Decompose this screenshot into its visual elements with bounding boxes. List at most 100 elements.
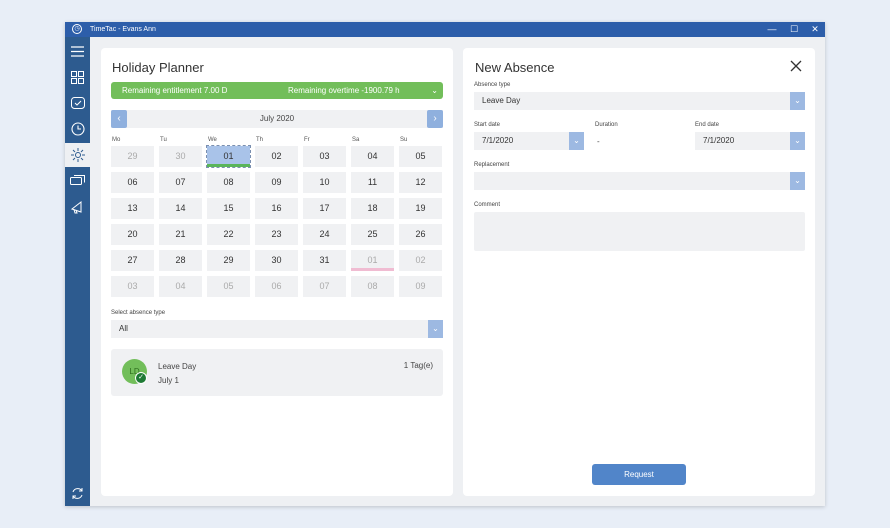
request-button[interactable]: Request bbox=[592, 464, 686, 485]
weekday-label: Sa bbox=[352, 137, 360, 143]
calendar-day[interactable]: 07 bbox=[159, 172, 202, 193]
next-month-button[interactable]: › bbox=[427, 110, 443, 128]
list-item[interactable]: LD ✓ Leave Day July 1 1 Tag(e) bbox=[111, 349, 443, 396]
calendar-day[interactable]: 02 bbox=[399, 250, 442, 271]
minimize-button[interactable]: — bbox=[761, 22, 783, 37]
calendar-day[interactable]: 27 bbox=[111, 250, 154, 271]
hamburger-menu-icon[interactable] bbox=[65, 39, 90, 63]
duration-label: Duration bbox=[595, 122, 618, 128]
calendar-day[interactable]: 10 bbox=[303, 172, 346, 193]
calendar-day[interactable]: 08 bbox=[351, 276, 394, 297]
calendar-day[interactable]: 04 bbox=[351, 146, 394, 167]
calendar-day[interactable]: 06 bbox=[255, 276, 298, 297]
close-icon[interactable] bbox=[789, 59, 803, 73]
previous-month-button[interactable]: ‹ bbox=[111, 110, 127, 128]
absence-type-select[interactable]: Leave Day ⌄ bbox=[474, 92, 805, 110]
month-navigator: ‹ July 2020 › bbox=[111, 110, 443, 128]
calendar-day-number: 01 bbox=[367, 255, 378, 265]
calendar-day-number: 13 bbox=[127, 203, 138, 213]
calendar-day[interactable]: 14 bbox=[159, 198, 202, 219]
calendar-day[interactable]: 06 bbox=[111, 172, 154, 193]
month-label: July 2020 bbox=[259, 114, 295, 123]
calendar-day-number: 11 bbox=[367, 177, 378, 187]
calendar-day[interactable]: 03 bbox=[303, 146, 346, 167]
calendar-day[interactable]: 04 bbox=[159, 276, 202, 297]
calendar-day-number: 24 bbox=[319, 229, 330, 239]
sidebar bbox=[65, 37, 90, 506]
chevron-down-icon[interactable]: ⌄ bbox=[431, 82, 438, 99]
timetac-logo-icon: ◷ bbox=[72, 24, 82, 34]
calendar-day-number: 07 bbox=[319, 281, 330, 291]
end-date-picker[interactable]: 7/1/2020 ⌄ bbox=[695, 132, 805, 150]
calendar-day-number: 10 bbox=[319, 177, 330, 187]
absence-date: July 1 bbox=[158, 376, 179, 385]
window-title: TimeTac - Evans Ann bbox=[90, 26, 156, 33]
chevron-down-icon[interactable]: ⌄ bbox=[790, 172, 805, 190]
calendar-day[interactable]: 13 bbox=[111, 198, 154, 219]
chevron-down-icon[interactable]: ⌄ bbox=[569, 132, 584, 150]
absence-type-filter-select[interactable]: All ⌄ bbox=[111, 320, 443, 338]
calendar-day[interactable]: 12 bbox=[399, 172, 442, 193]
absence-type-value: Leave Day bbox=[482, 96, 521, 105]
calendar-day[interactable]: 21 bbox=[159, 224, 202, 245]
calendar-day[interactable]: 01 bbox=[206, 145, 251, 168]
comment-textarea[interactable] bbox=[474, 212, 805, 251]
check-icon: ✓ bbox=[135, 372, 147, 384]
close-window-button[interactable]: ✕ bbox=[804, 22, 826, 37]
calendar-day[interactable]: 31 bbox=[303, 250, 346, 271]
comment-label: Comment bbox=[474, 202, 501, 208]
calendar-day[interactable]: 02 bbox=[255, 146, 298, 167]
calendar-day[interactable]: 11 bbox=[351, 172, 394, 193]
calendar-day[interactable]: 28 bbox=[159, 250, 202, 271]
chevron-down-icon[interactable]: ⌄ bbox=[790, 92, 805, 110]
calendar-day[interactable]: 29 bbox=[207, 250, 250, 271]
calendar-day-number: 05 bbox=[223, 281, 234, 291]
calendar-day-number: 02 bbox=[415, 255, 426, 265]
absence-marker bbox=[351, 268, 394, 271]
calendar-day[interactable]: 01 bbox=[351, 250, 394, 271]
calendar-day[interactable]: 05 bbox=[207, 276, 250, 297]
calendar-day[interactable]: 22 bbox=[207, 224, 250, 245]
calendar-day-number: 17 bbox=[319, 203, 330, 213]
calendar-day-number: 02 bbox=[271, 151, 282, 161]
calendar-day[interactable]: 30 bbox=[255, 250, 298, 271]
sun-icon[interactable] bbox=[65, 143, 90, 167]
page-title: Holiday Planner bbox=[112, 60, 204, 75]
tickets-icon[interactable] bbox=[65, 169, 90, 193]
calendar-day-number: 14 bbox=[175, 203, 186, 213]
megaphone-icon[interactable] bbox=[65, 195, 90, 219]
weekday-label: Su bbox=[400, 137, 408, 143]
calendar-day[interactable]: 24 bbox=[303, 224, 346, 245]
calendar-day[interactable]: 18 bbox=[351, 198, 394, 219]
calendar-day[interactable]: 19 bbox=[399, 198, 442, 219]
weekday-label: Tu bbox=[160, 137, 167, 143]
calendar-day[interactable]: 25 bbox=[351, 224, 394, 245]
timer-icon[interactable] bbox=[65, 91, 90, 115]
app-window: ◷ TimeTac - Evans Ann — ☐ ✕ Holiday Plan… bbox=[65, 22, 825, 506]
calendar-day[interactable]: 03 bbox=[111, 276, 154, 297]
calendar-day[interactable]: 09 bbox=[255, 172, 298, 193]
calendar-day[interactable]: 20 bbox=[111, 224, 154, 245]
weekday-header: Mo Tu We Th Fr Sa Su bbox=[111, 137, 451, 146]
calendar-day[interactable]: 07 bbox=[303, 276, 346, 297]
maximize-button[interactable]: ☐ bbox=[783, 22, 805, 37]
calendar-day[interactable]: 08 bbox=[207, 172, 250, 193]
start-date-picker[interactable]: 7/1/2020 ⌄ bbox=[474, 132, 584, 150]
calendar-day[interactable]: 17 bbox=[303, 198, 346, 219]
calendar-day[interactable]: 30 bbox=[159, 146, 202, 167]
clock-icon[interactable] bbox=[65, 117, 90, 141]
calendar-day-number: 03 bbox=[319, 151, 330, 161]
sync-icon[interactable] bbox=[65, 481, 90, 505]
chevron-down-icon[interactable]: ⌄ bbox=[790, 132, 805, 150]
replacement-select[interactable]: ⌄ bbox=[474, 172, 805, 190]
calendar-day[interactable]: 26 bbox=[399, 224, 442, 245]
calendar-day[interactable]: 09 bbox=[399, 276, 442, 297]
chevron-down-icon[interactable]: ⌄ bbox=[428, 320, 443, 338]
calendar-day[interactable]: 23 bbox=[255, 224, 298, 245]
entitlement-banner[interactable]: Remaining entitlement 7.00 D Remaining o… bbox=[111, 82, 443, 99]
calendar-day[interactable]: 15 bbox=[207, 198, 250, 219]
dashboard-icon[interactable] bbox=[65, 65, 90, 89]
calendar-day[interactable]: 29 bbox=[111, 146, 154, 167]
calendar-day[interactable]: 16 bbox=[255, 198, 298, 219]
calendar-day[interactable]: 05 bbox=[399, 146, 442, 167]
